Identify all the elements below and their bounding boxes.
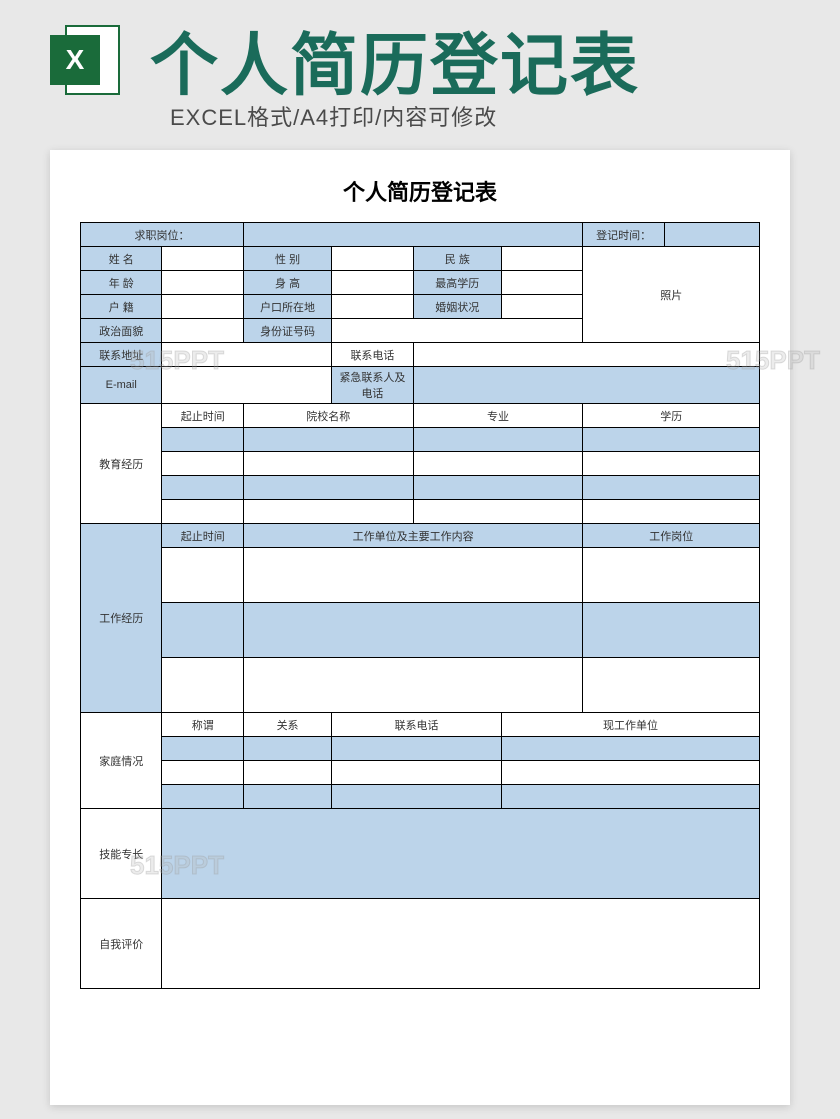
self-eval-value [162,899,760,989]
reg-date-value [664,223,759,247]
job-label: 求职岗位： [81,223,244,247]
addr-label: 联系地址 [81,343,162,367]
table-cell [243,785,331,809]
email-label: E-mail [81,367,162,404]
document-page: 515PPT 515PPT 515PPT 个人简历登记表 求职岗位： 登记时间：… [50,150,790,1105]
resume-table: 求职岗位： 登记时间： 姓 名 性 别 民 族 照片 年 龄 身 高 最高学历 … [80,222,760,989]
edu-label: 最高学历 [413,271,501,295]
table-cell [162,603,243,658]
family-h1: 称谓 [162,713,243,737]
table-cell [583,603,760,658]
email-value [162,367,332,404]
table-cell [413,452,583,476]
table-cell [162,428,243,452]
ethnic-value [501,247,582,271]
table-cell [162,737,243,761]
table-cell [243,476,413,500]
idcard-value [332,319,583,343]
table-cell [162,548,243,603]
table-cell [583,476,760,500]
family-h4: 现工作单位 [501,713,759,737]
family-section-label: 家庭情况 [81,713,162,809]
name-label: 姓 名 [81,247,162,271]
table-cell [501,737,759,761]
table-cell [243,428,413,452]
table-cell [583,452,760,476]
table-cell [583,500,760,524]
politics-label: 政治面貌 [81,319,162,343]
skills-value [162,809,760,899]
table-cell [243,452,413,476]
table-cell [243,603,582,658]
table-cell [162,761,243,785]
excel-icon: X [50,25,120,95]
table-cell [332,761,502,785]
hukou-value [332,295,413,319]
work-h3: 工作岗位 [583,524,760,548]
height-value [332,271,413,295]
marital-value [501,295,582,319]
photo-cell: 照片 [583,247,760,343]
table-cell [413,500,583,524]
edu-h4: 学历 [583,404,760,428]
table-cell [332,785,502,809]
ethnic-label: 民 族 [413,247,501,271]
edu-h1: 起止时间 [162,404,243,428]
table-cell [162,452,243,476]
edu-value [501,271,582,295]
table-cell [162,658,243,713]
idcard-label: 身份证号码 [243,319,331,343]
table-cell [332,737,502,761]
marital-label: 婚姻状况 [413,295,501,319]
table-cell [583,428,760,452]
phone-label: 联系电话 [332,343,413,367]
reg-date-label: 登记时间： [583,223,664,247]
phone-value [413,343,759,367]
work-h1: 起止时间 [162,524,243,548]
politics-value [162,319,243,343]
work-section-label: 工作经历 [81,524,162,713]
job-value [243,223,582,247]
huji-label: 户 籍 [81,295,162,319]
emergency-label: 紧急联系人及电话 [332,367,413,404]
table-cell [413,428,583,452]
hukou-label: 户口所在地 [243,295,331,319]
edu-h2: 院校名称 [243,404,413,428]
table-cell [243,658,582,713]
page-main-title: 个人简历登记表 [150,10,640,109]
table-cell [501,761,759,785]
gender-value [332,247,413,271]
self-eval-label: 自我评价 [81,899,162,989]
family-h2: 关系 [243,713,331,737]
document-title: 个人简历登记表 [80,175,760,207]
emergency-value [413,367,759,404]
gender-label: 性 别 [243,247,331,271]
age-label: 年 龄 [81,271,162,295]
work-h2: 工作单位及主要工作内容 [243,524,582,548]
table-cell [243,500,413,524]
name-value [162,247,243,271]
table-cell [243,548,582,603]
skills-label: 技能专长 [81,809,162,899]
huji-value [162,295,243,319]
table-cell [243,737,331,761]
age-value [162,271,243,295]
table-cell [162,500,243,524]
table-cell [583,658,760,713]
table-cell [162,476,243,500]
table-cell [583,548,760,603]
height-label: 身 高 [243,271,331,295]
table-cell [501,785,759,809]
addr-value [162,343,332,367]
edu-h3: 专业 [413,404,583,428]
edu-section-label: 教育经历 [81,404,162,524]
table-cell [243,761,331,785]
family-h3: 联系电话 [332,713,502,737]
page-subtitle: EXCEL格式/A4打印/内容可修改 [170,100,497,132]
table-cell [413,476,583,500]
table-cell [162,785,243,809]
